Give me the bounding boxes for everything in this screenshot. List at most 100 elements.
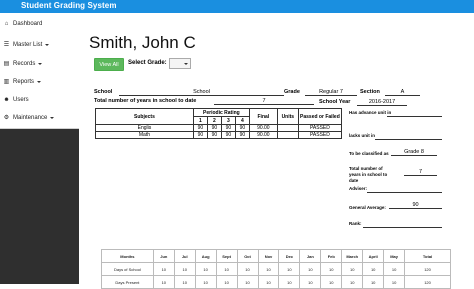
attendance-cell: 10: [320, 275, 343, 289]
remark-cell: PASSED: [297, 124, 343, 132]
month-header: Jan: [299, 249, 322, 263]
sidebar-item-label: Records: [13, 60, 36, 67]
years-value: 7: [214, 98, 314, 105]
period-3-header: 3: [220, 116, 236, 125]
rank-label: Rank:: [349, 221, 362, 226]
sidebar-item-label: Maintenance: [13, 114, 48, 121]
sidebar-item-label: Users: [13, 96, 29, 103]
list-icon: ☰: [3, 42, 10, 48]
classified-label: To be classified as: [349, 151, 389, 156]
top-navbar: Student Grading System: [0, 0, 474, 13]
page-title: Smith, John C: [89, 33, 196, 52]
months-header: Months: [101, 249, 154, 263]
chevron-down-icon: [45, 43, 50, 46]
sidebar-item-dashboard[interactable]: ⌂ Dashboard: [0, 13, 79, 35]
years-label: Total number of years in school to date: [94, 98, 197, 104]
total-years-label: Total number of years in school to date: [349, 166, 388, 183]
table-row: Math 90 90 90 90 90.00 PASSED: [95, 131, 343, 139]
attendance-cell: 10: [341, 275, 364, 289]
attendance-cell: 10: [278, 275, 301, 289]
period-4-header: 4: [234, 116, 250, 125]
month-header: Jun: [152, 249, 175, 263]
month-header: Oct: [236, 249, 259, 263]
periodic-rating-header: Periodic Rating: [192, 108, 250, 117]
classified-value: Grade 8: [391, 149, 437, 156]
dashboard-icon: ⌂: [4, 20, 9, 27]
row-label-cell: Days Present: [101, 275, 154, 289]
lacks-unit-label: lacks unit in: [349, 133, 376, 138]
period-2-header: 2: [206, 116, 222, 125]
attendance-cell: 10: [215, 262, 238, 276]
attendance-cell: 10: [194, 275, 217, 289]
attendance-cell: 10: [299, 275, 322, 289]
attendance-cell: 10: [362, 275, 385, 289]
select-grade-dropdown[interactable]: [169, 58, 191, 69]
app-title[interactable]: Student Grading System: [21, 1, 117, 10]
chevron-down-icon: [184, 63, 188, 65]
grade-cell: 90: [220, 131, 236, 139]
grade-value: Regular 7: [305, 89, 357, 96]
attendance-cell: 10: [152, 275, 175, 289]
attendance-cell: 10: [341, 262, 364, 276]
chevron-down-icon: [38, 62, 43, 65]
final-header: Final: [248, 108, 278, 125]
grade-label: Grade: [284, 89, 300, 95]
grade-cell: 90: [192, 131, 208, 139]
units-header: Units: [276, 108, 299, 125]
attendance-cell: 10: [257, 262, 280, 276]
total-years-value: 7: [404, 169, 437, 176]
table-row: Days of School 10 10 10 10 10 10 10 10 1…: [101, 262, 451, 276]
folder-icon: ▤: [3, 61, 10, 67]
adviser-label: Adviser:: [349, 186, 368, 191]
sidebar: ⌂ Dashboard ☰ Master List ▤ Records ▥ Re…: [0, 13, 79, 284]
chevron-down-icon: [37, 80, 42, 83]
remark-cell: PASSED: [297, 131, 343, 139]
grade-cell: 90: [206, 131, 222, 139]
grade-cell: 90: [206, 124, 222, 132]
select-grade-label: Select Grade:: [128, 60, 167, 66]
sidebar-item-label: Dashboard: [13, 20, 43, 27]
row-label-cell: Days of School: [101, 262, 154, 276]
attendance-total-cell: 120: [404, 262, 451, 276]
attendance-cell: 10: [320, 262, 343, 276]
lacks-unit-line: [375, 139, 442, 140]
attendance-table: Months Jun Jul Aug Sept Oct Nov Dec Jan …: [101, 249, 451, 289]
sidebar-item-maintenance[interactable]: ⚙ Maintenance: [0, 107, 79, 129]
sidebar-item-label: Reports: [13, 78, 35, 85]
month-header: Feb: [320, 249, 343, 263]
attendance-cell: 10: [362, 262, 385, 276]
attendance-cell: 10: [173, 262, 196, 276]
wrench-icon: ⚙: [3, 115, 10, 121]
attendance-cell: 10: [299, 262, 322, 276]
section-value: A: [385, 89, 420, 96]
passed-failed-header: Passed or Failed: [297, 108, 343, 125]
month-header: Sept: [215, 249, 238, 263]
month-header: May: [383, 249, 406, 263]
grade-cell: 90: [220, 124, 236, 132]
attendance-cell: 10: [383, 262, 406, 276]
month-header: Nov: [257, 249, 280, 263]
grades-table: Subjects Periodic Rating Final Units Pas…: [95, 108, 343, 139]
school-year-label: School Year: [319, 99, 351, 105]
grade-cell: 90: [234, 124, 250, 132]
sidebar-item-label: Master List: [13, 41, 43, 48]
month-header: April: [362, 249, 385, 263]
subject-cell: Math: [95, 131, 194, 139]
attendance-cell: 10: [194, 262, 217, 276]
report-icon: ▥: [3, 79, 10, 85]
subject-cell: Englis: [95, 124, 194, 132]
attendance-cell: 10: [215, 275, 238, 289]
units-cell: [276, 131, 299, 139]
total-header: Total: [404, 249, 451, 263]
month-header: Aug: [194, 249, 217, 263]
view-all-button[interactable]: View All: [94, 58, 124, 71]
main-content: Smith, John C View All Select Grade: Sch…: [79, 13, 474, 289]
users-icon: ☻: [3, 96, 10, 103]
period-1-header: 1: [192, 116, 208, 125]
attendance-cell: 10: [236, 275, 259, 289]
month-header: Jul: [173, 249, 196, 263]
general-average-value: 90: [389, 202, 442, 209]
grade-cell: 90: [234, 131, 250, 139]
month-header: March: [341, 249, 364, 263]
advance-unit-line: [387, 116, 442, 117]
